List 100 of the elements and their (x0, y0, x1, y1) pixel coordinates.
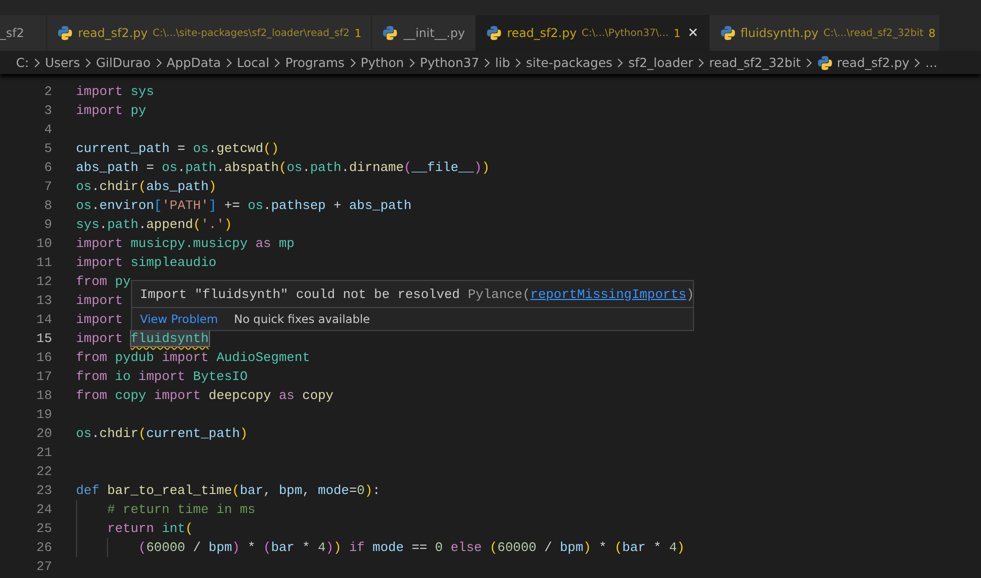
chevron-icon (616, 56, 624, 68)
editor-tab[interactable]: _sf2 (0, 15, 47, 51)
code-token: import (76, 255, 124, 270)
code-token: * (301, 540, 312, 555)
code-token: else (450, 540, 483, 555)
python-icon (486, 25, 502, 41)
code-token: mp (278, 236, 294, 251)
breadcrumb-item[interactable]: site-packages (526, 55, 612, 70)
tab-path: C:\...\Python37\... (582, 28, 669, 38)
code-token: AudioSegment (216, 350, 310, 365)
code-token: path (107, 217, 138, 232)
code-token: 4 (669, 540, 677, 555)
code-token: ( (278, 160, 287, 175)
breadcrumb-item[interactable]: ... (925, 55, 938, 70)
code-token: bar (271, 540, 294, 555)
code-token: current_path (146, 426, 240, 441)
chevron-icon (408, 56, 416, 68)
code-token: sys (130, 84, 154, 99)
line-number: 17 (35, 369, 52, 384)
problem-count: 1 (354, 26, 362, 40)
code-token: py (115, 274, 131, 289)
breadcrumb-item[interactable]: GilDurao (96, 55, 151, 70)
line-number: 2 (43, 84, 52, 99)
code-token: . (99, 217, 108, 232)
code-token: ) (232, 540, 240, 555)
code-token: . (138, 217, 146, 232)
code-token: == (410, 540, 428, 555)
code-token: import (76, 236, 124, 251)
code-token: ) (676, 540, 685, 555)
close-icon[interactable]: ✕ (688, 26, 698, 40)
line-number: 22 (35, 464, 52, 479)
code-token: os (286, 160, 302, 175)
code-token: * (652, 540, 662, 555)
view-problem-link[interactable]: View Problem (140, 312, 218, 326)
code-token: = (146, 160, 156, 175)
code-token: '.' (200, 217, 224, 232)
line-number: 5 (43, 141, 52, 156)
tab-path: C:\...\site-packages\sf2_loader\read_sf2 (152, 28, 350, 38)
code-token: import (76, 331, 124, 346)
breadcrumb-item[interactable]: read_sf2.py (836, 55, 910, 70)
breadcrumb-item[interactable]: Local (236, 55, 270, 70)
breadcrumb-item[interactable]: Python (360, 55, 404, 70)
tab-filename: read_sf2.py (78, 26, 148, 40)
code-token: 60000 (497, 540, 536, 555)
code-token: 0 (434, 540, 443, 555)
tab-path: C:\...\read_sf2_32bit (823, 28, 924, 38)
breadcrumb-item[interactable]: Python37 (420, 55, 480, 70)
code-token: copy (302, 388, 334, 403)
editor-tab[interactable]: read_sf2.py C:\...\site-packages\sf2_loader\read_sf2 1 (47, 15, 372, 51)
chevron-icon (697, 56, 706, 68)
breadcrumb-item[interactable]: Programs (285, 55, 345, 70)
breadcrumb-item[interactable]: C: (16, 55, 29, 70)
rule-link[interactable]: reportMissingImports (530, 286, 686, 302)
code-token: , (302, 483, 312, 498)
chevron-icon (913, 56, 922, 68)
code-token: if (348, 540, 366, 555)
python-icon (57, 25, 73, 41)
code-token: sys (76, 217, 100, 232)
code-token: dirname (349, 160, 404, 175)
code-token: . (92, 198, 100, 213)
editor-tab[interactable]: read_sf2.py C:\...\Python37\... 1 ✕ (476, 15, 710, 51)
breadcrumb-item[interactable]: lib (495, 55, 510, 70)
code-token: 60000 (146, 540, 186, 555)
code-token: bar (240, 483, 264, 498)
problem-count: 1 (674, 26, 681, 40)
breadcrumb-item[interactable]: AppData (166, 55, 221, 70)
code-token: append (146, 217, 194, 232)
code-token: * (246, 540, 256, 555)
code-token: . (92, 426, 100, 441)
code-token: ) (583, 540, 592, 555)
code-token: environ (99, 198, 154, 213)
code-token: os (76, 179, 92, 194)
tab-filename: _sf2 (0, 26, 24, 40)
tab-filename: fluidsynth.py (740, 26, 818, 40)
code-token: import (154, 388, 202, 403)
code-token: ( (232, 483, 240, 498)
editor-tab[interactable]: __init__.py (372, 15, 476, 51)
code-token: return (107, 520, 156, 536)
code-token: io (115, 369, 132, 384)
code-token: , (263, 483, 272, 498)
code-token: deepcopy (208, 388, 272, 403)
code-token: ] (208, 198, 216, 213)
code-token: 4 (318, 540, 326, 555)
breadcrumb-item[interactable]: Users (44, 55, 80, 70)
code-token: musicpy.musicpy (130, 236, 249, 251)
breadcrumb-item[interactable]: read_sf2_32bit (709, 55, 801, 70)
code-token: + (332, 198, 342, 213)
code-token: from (76, 388, 108, 403)
python-icon (720, 25, 736, 41)
line-number: 21 (35, 445, 52, 460)
code-token: py (130, 103, 146, 118)
code-token: . (216, 160, 224, 175)
code-token: ) (224, 217, 232, 232)
code-token: ) (482, 160, 490, 175)
breadcrumb-item[interactable]: sf2_loader (628, 55, 694, 70)
chevron-icon (273, 56, 282, 68)
code-token: bpm (278, 483, 302, 498)
line-number: 3 (43, 103, 52, 118)
code-token: simpleaudio (130, 255, 216, 270)
editor-tab[interactable]: fluidsynth.py C:\...\read_sf2_32bit 8 (710, 15, 940, 51)
